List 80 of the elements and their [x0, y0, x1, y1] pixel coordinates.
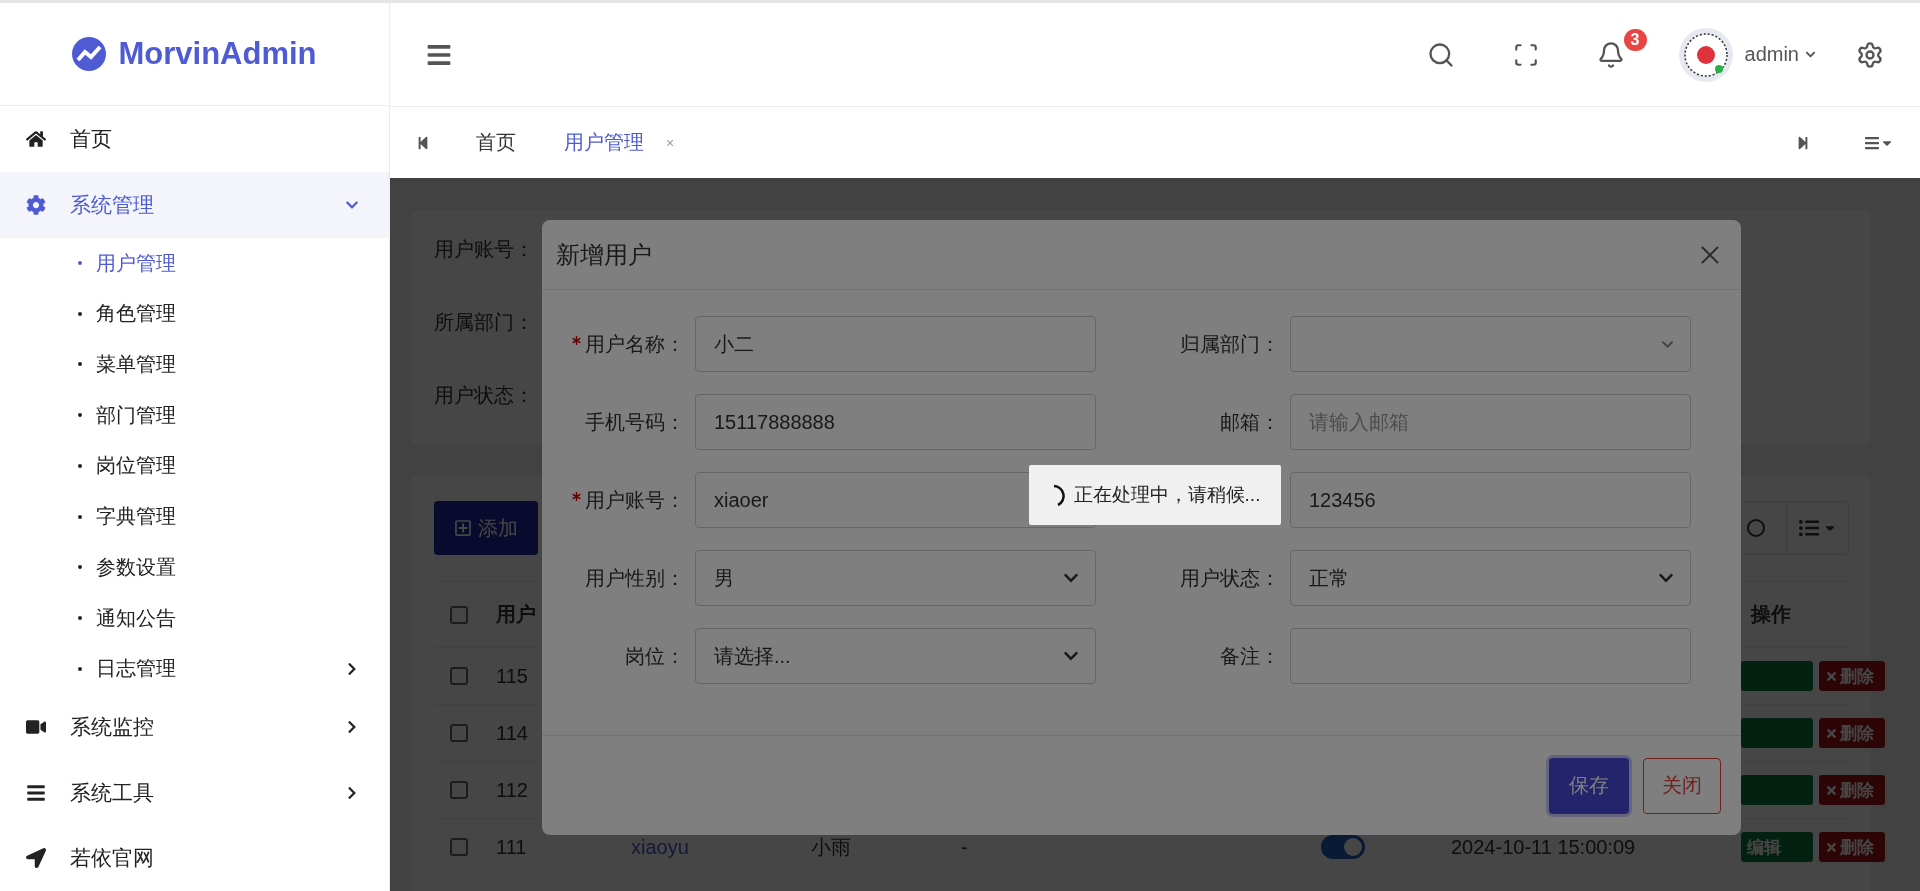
sidebar-subitem[interactable]: 通知公告: [0, 592, 389, 644]
form-label: 用户状态：: [434, 383, 534, 408]
input-field[interactable]: 123456: [1290, 472, 1691, 528]
table-cell: 112: [496, 778, 528, 802]
input-field[interactable]: 15117888888: [695, 394, 1096, 450]
field-label: 用户账号：: [585, 487, 685, 513]
close-icon: [1825, 783, 1838, 797]
tab[interactable]: 首页: [452, 107, 540, 178]
columns-icon[interactable]: [1786, 502, 1848, 554]
close-icon: [1825, 726, 1838, 740]
list-icon: [26, 782, 46, 803]
table-cell: 2024-10-11 15:00:09: [1451, 835, 1636, 859]
field-label: 用户性别：: [585, 565, 685, 591]
sidebar-item[interactable]: 系统管理: [0, 172, 389, 238]
logo-icon: [72, 37, 107, 72]
select-field[interactable]: 请选择...: [695, 628, 1096, 684]
form-label: 所属部门：: [434, 310, 534, 335]
status-toggle[interactable]: [1321, 835, 1365, 859]
sidebar-item[interactable]: 系统监控: [0, 694, 389, 760]
bullet-icon: [78, 311, 82, 316]
bullet-icon: [78, 261, 82, 266]
sidebar-subitem[interactable]: 用户管理: [0, 237, 389, 289]
bullet-icon: [78, 616, 82, 621]
sidebar-item[interactable]: 系统工具: [0, 759, 389, 826]
select-field[interactable]: 正常: [1290, 550, 1691, 606]
checkbox[interactable]: [450, 605, 468, 624]
bullet-icon: [78, 362, 82, 367]
sidebar-subitem[interactable]: 角色管理: [0, 288, 389, 340]
field-label: 归属部门：: [1180, 331, 1280, 357]
notification-count: 3: [1623, 28, 1647, 51]
table-cell: 111: [496, 835, 527, 859]
column-header: 用户: [496, 602, 536, 627]
bullet-icon: [78, 514, 82, 519]
tab[interactable]: 用户管理 ×: [540, 107, 699, 178]
table-cell-text: 小雨: [811, 834, 851, 860]
bullet-icon: [78, 666, 82, 671]
close-icon: [1825, 669, 1838, 683]
user-menu[interactable]: admin: [1672, 26, 1822, 83]
sidebar-subitem[interactable]: 菜单管理: [0, 339, 389, 390]
field-label: 手机号码：: [585, 409, 685, 435]
select-field[interactable]: [1290, 316, 1691, 372]
field-label: 岗位：: [625, 643, 685, 669]
tab-close[interactable]: ×: [666, 134, 675, 151]
sidebar-subitem[interactable]: 字典管理: [0, 491, 389, 542]
select-field[interactable]: 男: [695, 550, 1096, 606]
sidebar-item[interactable]: 首页: [0, 106, 389, 173]
caret-icon: [1805, 49, 1816, 60]
table-cell: -: [961, 835, 968, 859]
gear-icon: [26, 194, 46, 215]
checkbox[interactable]: [450, 838, 468, 856]
close-button[interactable]: 关闭: [1643, 757, 1721, 814]
home-icon: [26, 129, 46, 150]
field-label: 用户名称：: [585, 331, 685, 357]
save-button[interactable]: 保存: [1549, 757, 1629, 814]
sidebar-subitem[interactable]: 参数设置: [0, 542, 389, 593]
bullet-icon: [78, 463, 82, 468]
plus-icon: [454, 519, 472, 537]
dialog-title: 新增用户: [556, 239, 652, 270]
input-field[interactable]: 小二: [695, 316, 1096, 372]
app-logo: MorvinAdmin: [118, 36, 317, 73]
sidebar-subitem[interactable]: 岗位管理: [0, 440, 389, 492]
bullet-icon: [78, 565, 82, 570]
checkbox[interactable]: [450, 724, 468, 742]
checkbox[interactable]: [450, 781, 468, 799]
field-label: 备注：: [1220, 643, 1280, 669]
column-header: 操作: [1751, 602, 1792, 627]
table-cell: 115: [496, 664, 528, 688]
sidebar-item[interactable]: 若依官网: [0, 825, 389, 891]
field-label: 用户状态：: [1180, 565, 1280, 591]
table-cell: 114: [496, 721, 528, 745]
avatar-icon: [1678, 27, 1733, 82]
arrow-icon: [26, 848, 46, 869]
form-label: 用户账号：: [434, 237, 534, 262]
bullet-icon: [78, 413, 82, 418]
input-field[interactable]: [1290, 628, 1691, 684]
close-icon: [1825, 840, 1838, 854]
sidebar-subitem[interactable]: 日志管理: [0, 643, 389, 695]
field-label: 邮箱：: [1220, 409, 1280, 435]
sidebar-subitem[interactable]: 部门管理: [0, 389, 389, 441]
checkbox[interactable]: [450, 667, 468, 685]
